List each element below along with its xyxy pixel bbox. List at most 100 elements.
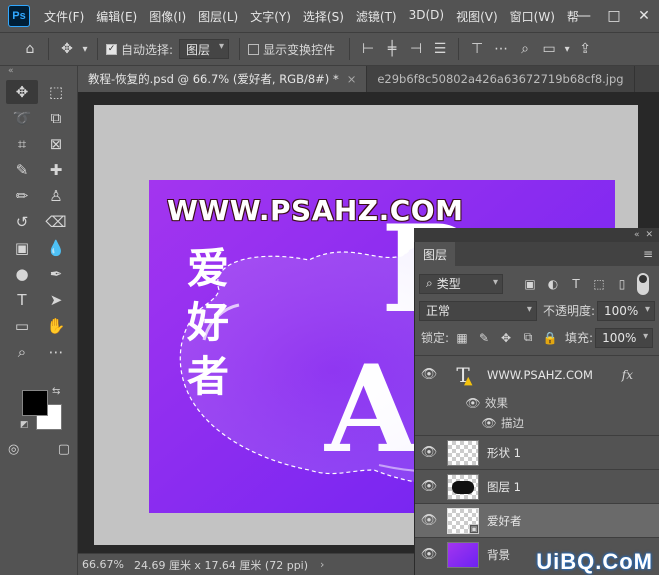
opacity-input[interactable]: 100% bbox=[597, 300, 655, 321]
status-menu-arrow-icon[interactable]: › bbox=[316, 558, 324, 571]
pen-tool-icon[interactable]: ✒ bbox=[40, 262, 72, 286]
lasso-tool-icon[interactable]: ➰ bbox=[6, 106, 38, 130]
default-colors-icon[interactable]: ◩ bbox=[20, 420, 29, 430]
blur-tool-icon[interactable]: 💧 bbox=[40, 236, 72, 260]
eye-icon[interactable]: 👁 bbox=[481, 416, 497, 430]
eyedropper-tool-icon[interactable]: ✎ bbox=[6, 158, 38, 182]
search-icon[interactable]: ⌕ bbox=[513, 37, 537, 61]
path-select-tool-icon[interactable]: ➤ bbox=[40, 288, 72, 312]
move-tool-icon[interactable]: ✥ bbox=[55, 37, 79, 61]
eye-icon[interactable]: 👁 bbox=[415, 479, 443, 494]
foreground-color-swatch[interactable] bbox=[22, 390, 48, 416]
filter-adjustment-icon[interactable]: ◐ bbox=[544, 275, 562, 293]
swap-colors-icon[interactable]: ⇆ bbox=[52, 386, 60, 397]
filter-kind-dropdown[interactable]: ⌕ 类型 bbox=[419, 273, 503, 294]
layer-row-pixel[interactable]: 👁 图层 1 bbox=[415, 469, 659, 503]
close-panel-icon[interactable]: ✕ bbox=[645, 230, 653, 240]
show-transform-checkbox[interactable] bbox=[248, 43, 260, 55]
eye-icon[interactable]: 👁 bbox=[415, 367, 443, 382]
filter-type-icon[interactable]: T bbox=[567, 275, 585, 293]
tab-document-jpg[interactable]: e29b6f8c50802a426a63672719b68cf8.jpg bbox=[367, 66, 635, 92]
effects-row[interactable]: 👁 效果 bbox=[415, 393, 659, 413]
menu-window[interactable]: 窗口(W) bbox=[504, 8, 561, 25]
blend-mode-dropdown[interactable]: 正常 bbox=[419, 300, 537, 321]
filter-pixel-icon[interactable]: ▣ bbox=[521, 275, 539, 293]
hand-tool-icon[interactable]: ✋ bbox=[40, 314, 72, 338]
align-right-icon[interactable]: ⊣ bbox=[404, 37, 428, 61]
align-top-icon[interactable]: ⊤ bbox=[465, 37, 489, 61]
tab-layers[interactable]: 图层 bbox=[415, 242, 456, 266]
close-button[interactable]: ✕ bbox=[629, 8, 659, 24]
home-icon[interactable]: ⌂ bbox=[18, 37, 42, 61]
menu-file[interactable]: 文件(F) bbox=[38, 8, 90, 25]
collapse-panels-icon[interactable]: « bbox=[634, 230, 640, 240]
zoom-tool-icon[interactable]: ⌕ bbox=[6, 340, 38, 364]
auto-select-dropdown[interactable]: 图层 bbox=[179, 39, 230, 59]
lock-all-icon[interactable]: 🔒 bbox=[541, 329, 559, 347]
align-center-icon[interactable]: ╪ bbox=[380, 37, 404, 61]
spot-heal-tool-icon[interactable]: ✚ bbox=[40, 158, 72, 182]
stroke-effect-row[interactable]: 👁 描边 bbox=[415, 413, 659, 433]
minimize-button[interactable]: — bbox=[569, 8, 599, 24]
more-tools-icon[interactable]: ⋯ bbox=[40, 340, 72, 364]
menu-3d[interactable]: 3D(D) bbox=[403, 8, 450, 25]
filter-smart-object-icon[interactable]: ▯ bbox=[613, 275, 631, 293]
menu-edit[interactable]: 编辑(E) bbox=[90, 8, 143, 25]
auto-select-checkbox[interactable]: ✓ bbox=[106, 43, 117, 55]
filter-kind-value: 类型 bbox=[436, 277, 461, 291]
lock-transparent-icon[interactable]: ▦ bbox=[453, 329, 471, 347]
collapse-toolbox-icon[interactable]: « bbox=[0, 66, 77, 80]
brush-tool-icon[interactable]: ✏ bbox=[6, 184, 38, 208]
effects-label: 效果 bbox=[485, 396, 508, 410]
filter-shape-icon[interactable]: ⬚ bbox=[590, 275, 608, 293]
eraser-tool-icon[interactable]: ⌫ bbox=[40, 210, 72, 234]
eye-icon[interactable]: 👁 bbox=[465, 396, 481, 410]
marquee-tool-icon[interactable]: ⬚ bbox=[40, 80, 72, 104]
chevron-down-icon[interactable]: ▾ bbox=[561, 37, 573, 61]
menu-image[interactable]: 图像(I) bbox=[143, 8, 192, 25]
rectangle-tool-icon[interactable]: ▭ bbox=[6, 314, 38, 338]
layer-row-text[interactable]: 👁 T ▲ WWW.PSAHZ.COM fx bbox=[415, 355, 659, 393]
crop-tool-icon[interactable]: ⌗ bbox=[6, 132, 38, 156]
layer-thumbnail bbox=[447, 473, 479, 500]
workspace-icon[interactable]: ▭ bbox=[537, 37, 561, 61]
chevron-down-icon[interactable]: ▾ bbox=[79, 37, 91, 61]
frame-tool-icon[interactable]: ⊠ bbox=[40, 132, 72, 156]
layer-row-smart[interactable]: 👁 ▣ 爱好者 bbox=[415, 503, 659, 537]
menu-type[interactable]: 文字(Y) bbox=[244, 8, 297, 25]
lock-position-icon[interactable]: ✥ bbox=[497, 329, 515, 347]
menu-layer[interactable]: 图层(L) bbox=[192, 8, 244, 25]
layer-row-shape[interactable]: 👁 形状 1 bbox=[415, 435, 659, 469]
eye-icon[interactable]: 👁 bbox=[415, 547, 443, 562]
zoom-level[interactable]: 66.67% bbox=[78, 558, 124, 571]
lock-artboard-icon[interactable]: ⧉ bbox=[519, 329, 537, 347]
move-tool-icon[interactable]: ✥ bbox=[6, 80, 38, 104]
dodge-tool-icon[interactable]: ● bbox=[6, 262, 38, 286]
status-bar: 66.67% 24.69 厘米 x 17.64 厘米 (72 ppi) › bbox=[78, 553, 418, 575]
fill-value: 100% bbox=[602, 330, 637, 345]
screen-mode-icon[interactable]: ▢ bbox=[58, 442, 70, 457]
panel-menu-icon[interactable]: ≡ bbox=[643, 247, 653, 261]
menu-select[interactable]: 选择(S) bbox=[297, 8, 350, 25]
more-options-icon[interactable]: ⋯ bbox=[489, 37, 513, 61]
maximize-button[interactable]: □ bbox=[599, 8, 629, 24]
stamp-tool-icon[interactable]: ♙ bbox=[40, 184, 72, 208]
eye-icon[interactable]: 👁 bbox=[415, 513, 443, 528]
eye-icon[interactable]: 👁 bbox=[415, 445, 443, 460]
quick-select-tool-icon[interactable]: ⧉ bbox=[40, 106, 72, 130]
layer-effects-icon[interactable]: fx bbox=[622, 368, 633, 382]
filter-toggle[interactable] bbox=[637, 272, 649, 295]
distribute-icon[interactable]: ☰ bbox=[428, 37, 452, 61]
type-tool-icon[interactable]: T bbox=[6, 288, 38, 312]
quick-mask-icon[interactable]: ◎ bbox=[8, 442, 19, 457]
align-left-icon[interactable]: ⊢ bbox=[356, 37, 380, 61]
close-tab-icon[interactable]: × bbox=[347, 72, 357, 86]
lock-image-icon[interactable]: ✎ bbox=[475, 329, 493, 347]
menu-filter[interactable]: 滤镜(T) bbox=[350, 8, 403, 25]
gradient-tool-icon[interactable]: ▣ bbox=[6, 236, 38, 260]
share-icon[interactable]: ⇪ bbox=[573, 37, 597, 61]
tab-document-psd[interactable]: 教程-恢复的.psd @ 66.7% (爱好者, RGB/8#) * × bbox=[78, 66, 368, 92]
fill-input[interactable]: 100% bbox=[595, 327, 654, 348]
history-brush-tool-icon[interactable]: ↺ bbox=[6, 210, 38, 234]
menu-view[interactable]: 视图(V) bbox=[450, 8, 504, 25]
